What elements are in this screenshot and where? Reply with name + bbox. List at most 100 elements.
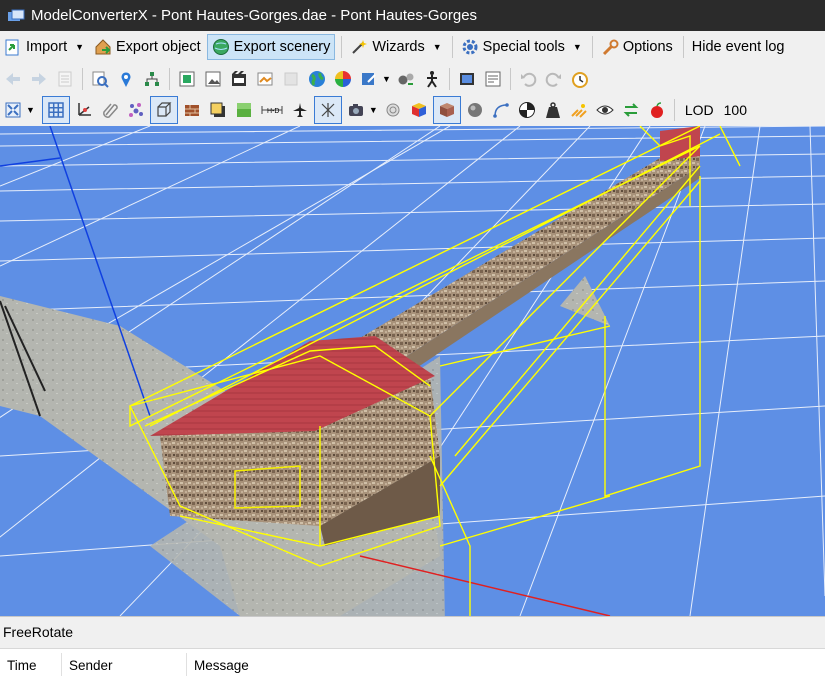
axis-icon[interactable] [73, 99, 95, 121]
zoom-dropdown-icon[interactable]: ▼ [26, 105, 35, 115]
globe-icon[interactable] [306, 68, 328, 90]
airplane-icon[interactable] [289, 99, 311, 121]
lod-value[interactable]: 100 [724, 102, 747, 118]
column-header-time[interactable]: Time [7, 658, 37, 673]
weight-icon[interactable] [542, 99, 564, 121]
gear-icon [461, 38, 479, 56]
tool-disabled-icon[interactable] [280, 68, 302, 90]
color-cube-icon[interactable] [408, 99, 430, 121]
scene-render[interactable] [0, 126, 825, 616]
column-divider[interactable] [186, 653, 187, 676]
toolbar-separator [448, 67, 450, 90]
view-toolbar: ▼ H-D ▼ LOD 100 [0, 94, 825, 125]
show-grid-icon[interactable] [41, 95, 70, 124]
ground-plane-icon[interactable] [233, 99, 255, 121]
toolbar-separator [82, 67, 83, 90]
hide-event-log-label: Hide event log [691, 39, 785, 55]
menu-separator [682, 36, 684, 58]
toolbar-separator [673, 98, 675, 121]
attach-icon[interactable] [99, 99, 121, 121]
column-header-sender[interactable]: Sender [69, 658, 113, 673]
wand-icon [350, 38, 368, 56]
sphere-icon[interactable] [464, 99, 486, 121]
map-pin-icon[interactable] [115, 68, 137, 90]
eye-icon[interactable] [594, 99, 616, 121]
brick-texture-icon[interactable] [181, 99, 203, 121]
status-bar: FreeRotate [0, 616, 825, 647]
options-label: Options [622, 39, 673, 55]
import-label: Import [26, 39, 68, 55]
toolbar-separator [169, 67, 170, 90]
main-toolbar: Import ▼ Export object Export scenery Wi… [0, 31, 825, 63]
svg-text:H-D: H-D [267, 108, 279, 115]
special-tools-label: Special tools [482, 39, 565, 55]
column-header-message[interactable]: Message [194, 658, 249, 673]
document-icon[interactable] [54, 68, 76, 90]
color-wheel-icon[interactable] [332, 68, 354, 90]
options-button[interactable]: Options [597, 34, 677, 60]
import-icon [4, 38, 22, 56]
column-divider[interactable] [61, 653, 62, 676]
camera-dropdown-icon[interactable]: ▼ [369, 105, 378, 115]
zoom-extents-icon[interactable] [2, 99, 24, 121]
forward-icon[interactable] [28, 68, 50, 90]
export-object-icon [94, 38, 112, 56]
wizards-dropdown-icon[interactable]: ▼ [433, 42, 442, 52]
curve-icon[interactable] [490, 99, 512, 121]
lod-label: LOD [684, 101, 714, 118]
import-object-dropdown-icon[interactable]: ▼ [382, 74, 391, 84]
report-icon[interactable] [482, 68, 504, 90]
wizards-button[interactable]: Wizards ▼ [346, 34, 445, 60]
import-object-icon[interactable] [358, 68, 380, 90]
export-scenery-button[interactable]: Export scenery [206, 34, 336, 60]
material-editor-icon[interactable] [176, 68, 198, 90]
normals-icon[interactable] [313, 95, 342, 124]
import-dropdown-icon[interactable]: ▼ [75, 42, 84, 52]
magnifier-icon[interactable] [89, 68, 111, 90]
undo-icon[interactable] [517, 68, 539, 90]
menu-separator [591, 36, 593, 58]
screenshot-icon[interactable] [456, 68, 478, 90]
image-editor-icon[interactable] [202, 68, 224, 90]
clock-icon[interactable] [569, 68, 591, 90]
export-scenery-label: Export scenery [233, 39, 331, 55]
person-run-icon[interactable] [421, 68, 443, 90]
material-shading-icon[interactable] [207, 99, 229, 121]
merge-icon[interactable] [395, 68, 417, 90]
globe-export-icon [212, 38, 230, 56]
export-object-button[interactable]: Export object [90, 34, 205, 60]
particles-icon[interactable] [125, 99, 147, 121]
swap-icon[interactable] [620, 99, 642, 121]
effects-icon[interactable] [568, 99, 590, 121]
bridge-support [560, 276, 610, 326]
menu-separator [451, 36, 453, 58]
wireframe-box-icon[interactable] [149, 95, 178, 124]
hide-event-log-button[interactable]: Hide event log [688, 34, 789, 60]
app-icon [7, 9, 25, 23]
checker-ball-icon[interactable] [516, 99, 538, 121]
wrench-icon [601, 38, 619, 56]
3d-viewport[interactable] [0, 126, 825, 616]
special-tools-button[interactable]: Special tools ▼ [457, 34, 586, 60]
texture-icon[interactable] [254, 68, 276, 90]
lighting-icon[interactable] [382, 99, 404, 121]
window-title: ModelConverterX - Pont Hautes-Gorges.dae… [31, 7, 478, 24]
toolbar-separator [509, 67, 511, 90]
event-log[interactable]: Time Sender Message [0, 648, 825, 676]
title-bar: ModelConverterX - Pont Hautes-Gorges.dae… [0, 0, 825, 31]
apple-icon[interactable] [646, 99, 668, 121]
camera-icon[interactable] [345, 99, 367, 121]
hierarchy-icon[interactable] [141, 68, 163, 90]
texture-cube-icon[interactable] [432, 95, 461, 124]
wizards-label: Wizards [372, 39, 425, 55]
import-button[interactable]: Import ▼ [0, 34, 88, 60]
redo-icon[interactable] [543, 68, 565, 90]
menu-separator [341, 36, 343, 58]
navigation-mode: FreeRotate [3, 624, 74, 640]
export-object-label: Export object [116, 39, 201, 55]
navigation-toolbar: ▼ [0, 63, 825, 94]
back-icon[interactable] [2, 68, 24, 90]
special-tools-dropdown-icon[interactable]: ▼ [573, 42, 582, 52]
animation-icon[interactable] [228, 68, 250, 90]
measure-icon[interactable]: H-D [259, 99, 285, 121]
